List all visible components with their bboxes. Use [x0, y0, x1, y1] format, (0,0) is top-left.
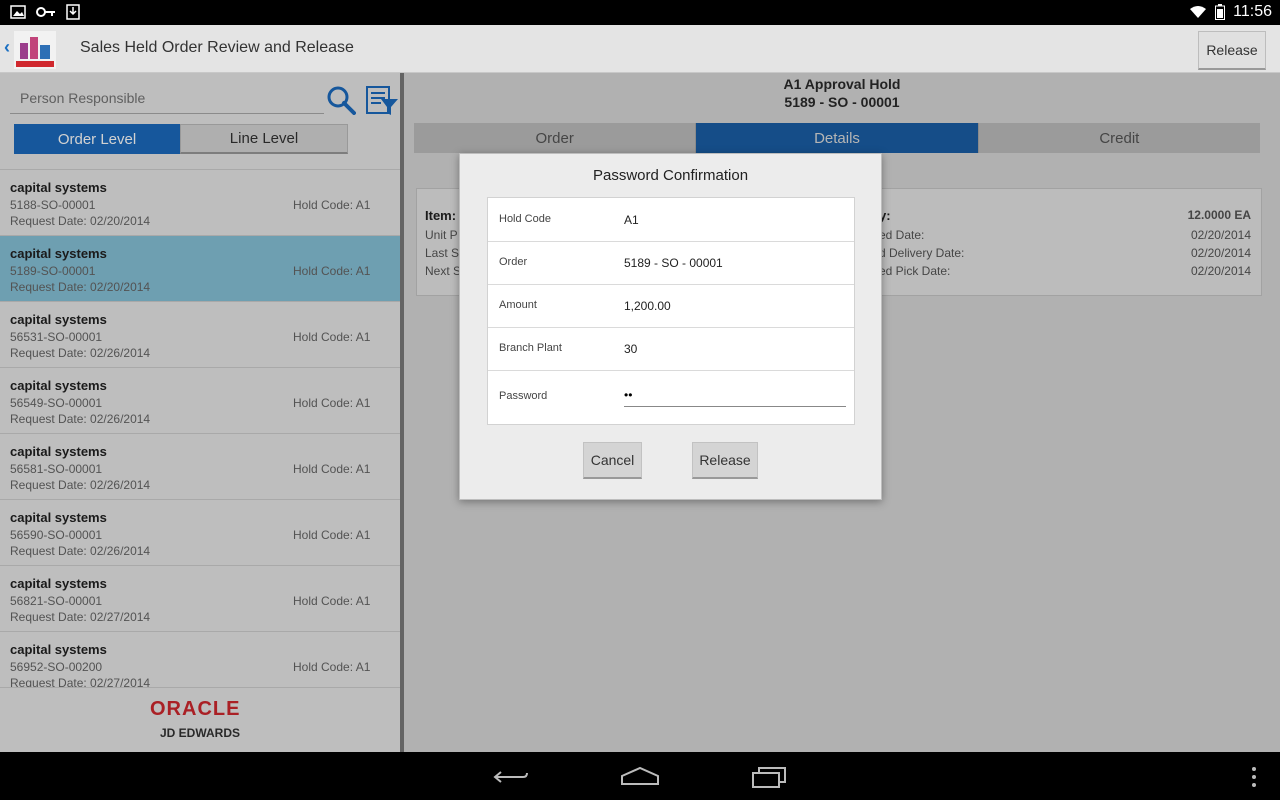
- release-button[interactable]: Release: [1198, 31, 1266, 70]
- field-value: A1: [624, 213, 639, 227]
- password-row: Password: [488, 370, 854, 423]
- key-icon: [36, 7, 55, 17]
- dialog-title: Password Confirmation: [592, 167, 749, 184]
- dialog-fields: Hold Code A1 Order 5189 - SO - 00001 Amo…: [487, 197, 855, 425]
- field-label: Amount: [499, 299, 537, 311]
- field-label: Order: [499, 256, 528, 268]
- wifi-icon: [1190, 6, 1207, 18]
- back-icon[interactable]: [493, 768, 529, 786]
- hold-code-row: Hold Code A1: [488, 198, 854, 242]
- system-navigation-bar: [0, 752, 1280, 800]
- order-row: Order 5189 - SO - 00001: [488, 241, 854, 285]
- field-value: 30: [624, 342, 638, 356]
- cancel-button[interactable]: Cancel: [583, 442, 642, 479]
- password-input[interactable]: [624, 384, 846, 407]
- recent-apps-icon[interactable]: [751, 766, 787, 788]
- field-value: 5189 - SO - 00001: [624, 256, 723, 270]
- overflow-menu-icon[interactable]: [1250, 766, 1258, 788]
- app-header: ‹ Sales Held Order Review and Release Re…: [0, 25, 1280, 73]
- dialog-release-button[interactable]: Release: [692, 442, 758, 479]
- back-chevron-icon[interactable]: ‹: [4, 37, 10, 58]
- field-label: Branch Plant: [499, 342, 562, 354]
- password-label: Password: [499, 390, 548, 402]
- status-bar: 11:56: [0, 0, 1280, 25]
- amount-row: Amount 1,200.00: [488, 284, 854, 328]
- branch-plant-row: Branch Plant 30: [488, 327, 854, 371]
- app-logo-icon[interactable]: [14, 31, 56, 69]
- download-icon: [66, 4, 80, 20]
- field-label: Hold Code: [499, 213, 551, 225]
- image-notification-icon: [10, 5, 26, 19]
- battery-icon: [1215, 4, 1226, 20]
- home-icon[interactable]: [620, 766, 660, 786]
- clock: 11:56: [1233, 3, 1272, 20]
- page-title: Sales Held Order Review and Release: [80, 39, 354, 56]
- password-confirmation-dialog: Password Confirmation Hold Code A1 Order…: [459, 153, 882, 500]
- field-value: 1,200.00: [624, 299, 671, 313]
